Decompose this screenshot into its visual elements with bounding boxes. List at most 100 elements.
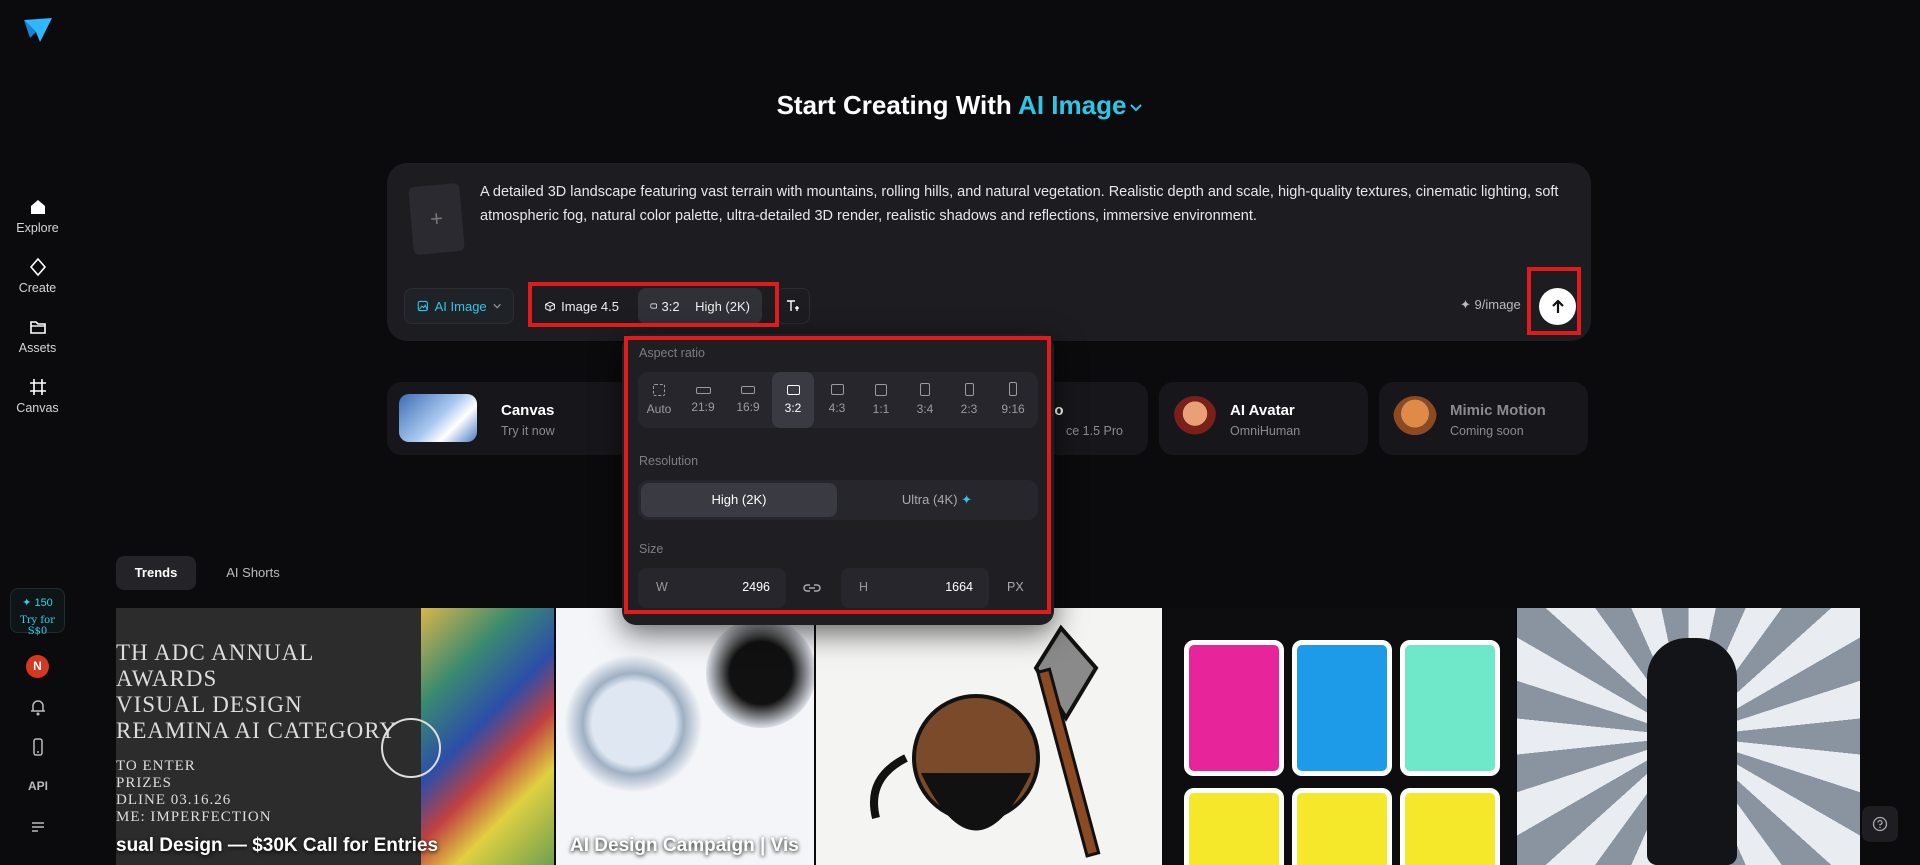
mobile-icon[interactable] — [26, 737, 50, 757]
canvas-icon — [29, 379, 46, 395]
aspect-ratio-group: Auto 21:9 16:9 3:2 4:3 1:1 3:4 2:3 9:16 — [638, 372, 1038, 428]
ratio-shape-icon — [964, 383, 974, 396]
sphere-art — [706, 618, 814, 728]
feature-subtitle: OmniHuman — [1230, 424, 1301, 438]
tab-trends[interactable]: Trends — [116, 556, 196, 590]
gallery-caption: AI Design Campaign | Vis — [570, 835, 799, 856]
height-field[interactable]: H 1664 — [841, 568, 989, 608]
height-value: 1664 — [945, 580, 973, 594]
nav-assets[interactable]: Assets — [0, 317, 75, 355]
card-art — [1400, 788, 1500, 865]
cost-label: ✦ 9/image — [1460, 297, 1521, 312]
resolution-label: Resolution — [639, 454, 699, 468]
resolution-option-2k[interactable]: High (2K) — [641, 483, 837, 517]
logo-icon[interactable] — [22, 16, 54, 44]
nav-assets-label: Assets — [18, 341, 57, 355]
menu-icon[interactable] — [26, 817, 50, 837]
mosaic-art — [421, 608, 554, 865]
model-pill-label: Image 4.5 — [561, 298, 619, 314]
ratio-option-3-4[interactable]: 3:4 — [904, 372, 946, 428]
mode-dropdown[interactable]: AI Image — [1018, 90, 1143, 120]
feature-title: Mimic Motion — [1450, 402, 1546, 419]
adc-logo — [381, 718, 441, 778]
gallery-card[interactable]: AI Design Campaign | Vis — [556, 608, 814, 865]
ratio-shape-icon — [786, 385, 800, 395]
link-icon[interactable] — [802, 580, 822, 596]
credits-badge[interactable]: ✦ 150 Try for S$0 — [10, 588, 65, 637]
figure-art — [1647, 638, 1737, 865]
ratio-option-2-3[interactable]: 2:3 — [948, 372, 990, 428]
send-button[interactable] — [1539, 288, 1576, 325]
avatar-image — [1173, 396, 1217, 440]
text-style-button[interactable] — [776, 288, 810, 324]
ratio-option-16-9[interactable]: 16:9 — [727, 372, 769, 428]
help-button[interactable] — [1862, 806, 1898, 842]
ratio-option-4-3[interactable]: 4:3 — [816, 372, 858, 428]
chevron-down-icon — [1130, 104, 1143, 112]
arrow-up-icon — [1551, 298, 1564, 313]
credits-amount: ✦ 150 — [22, 597, 53, 609]
text-icon — [787, 300, 799, 311]
card-art — [1292, 640, 1392, 776]
width-value: 2496 — [742, 580, 770, 594]
add-reference-button[interactable]: + — [408, 182, 465, 256]
card-art — [1184, 788, 1284, 865]
nav-explore[interactable]: Explore — [0, 197, 75, 235]
card-art — [1184, 640, 1284, 776]
mode-pill-label: AI Image — [434, 298, 487, 314]
image-icon — [417, 300, 428, 312]
feature-subtitle: Try it now — [501, 424, 555, 438]
avatar[interactable]: N — [26, 655, 49, 678]
card-art — [1292, 788, 1392, 865]
ratio-option-3-2[interactable]: 3:2 — [772, 372, 814, 428]
ratio-option-label: 3:2 — [784, 401, 802, 415]
width-field[interactable]: W 2496 — [638, 568, 786, 608]
ratio-option-9-16[interactable]: 9:16 — [992, 372, 1034, 428]
size-label: Size — [639, 542, 664, 556]
sparkle-icon: ✦ — [961, 492, 973, 507]
bell-icon[interactable] — [26, 697, 50, 717]
ratio-option-21-9[interactable]: 21:9 — [682, 372, 724, 428]
ratio-option-1-1[interactable]: 1:1 — [860, 372, 902, 428]
ratio-shape-icon — [741, 386, 755, 394]
nav-create[interactable]: Create — [0, 257, 75, 295]
resolution-group: High (2K) Ultra (4K) ✦ — [638, 480, 1038, 520]
feature-canvas[interactable]: Canvas Try it now — [387, 382, 632, 455]
ratio-shape-icon — [1009, 382, 1017, 396]
question-icon — [1872, 816, 1888, 832]
api-link[interactable]: API — [26, 779, 50, 799]
nav-explore-label: Explore — [16, 221, 59, 235]
resolution-option-4k[interactable]: Ultra (4K) ✦ — [839, 483, 1035, 517]
feature-ai-avatar[interactable]: AI Avatar OmniHuman — [1159, 382, 1368, 455]
quality-pill-label: High (2K) — [695, 298, 750, 314]
sidebar: Explore Create Assets Canvas ✦ 150 Try f… — [0, 0, 75, 865]
gallery-card[interactable] — [1517, 608, 1860, 865]
dwarf-illustration — [870, 624, 1101, 858]
gallery-card[interactable] — [816, 608, 1162, 865]
ratio-option-label: 16:9 — [736, 400, 760, 414]
prompt-input[interactable]: A detailed 3D landscape featuring vast t… — [480, 180, 1570, 228]
gallery-card[interactable]: TH ADC ANNUAL AWARDS VISUAL DESIGN REAMI… — [116, 608, 554, 865]
prompt-panel: + A detailed 3D landscape featuring vast… — [387, 163, 1591, 341]
ratio-shape-icon — [695, 387, 711, 394]
settings-pill[interactable]: 3:2 High (2K) — [638, 288, 762, 324]
feature-subtitle: ce 1.5 Pro — [1066, 424, 1123, 438]
tab-ai-shorts[interactable]: AI Shorts — [210, 556, 296, 590]
nav-canvas[interactable]: Canvas — [0, 377, 75, 415]
aspect-ratio-label: Aspect ratio — [639, 346, 706, 360]
gallery-card[interactable] — [1164, 608, 1515, 865]
folder-icon — [29, 321, 46, 334]
model-pill[interactable]: Image 4.5 — [533, 288, 631, 324]
ratio-shape-icon — [830, 384, 844, 395]
mode-pill[interactable]: AI Image — [404, 288, 514, 324]
settings-popover: Aspect ratio Auto 21:9 16:9 3:2 4:3 1:1 … — [622, 334, 1054, 625]
mode-label: AI Image — [1018, 90, 1127, 120]
ratio-icon — [650, 303, 658, 309]
ratio-option-auto[interactable]: Auto — [638, 372, 680, 428]
chevron-down-icon — [493, 303, 501, 309]
credits-cta: Try for S$0 — [20, 615, 55, 637]
page-title: Start Creating With AI Image — [0, 90, 1920, 121]
ratio-option-label: 9:16 — [1001, 402, 1025, 416]
feature-mimic-motion[interactable]: Mimic Motion Coming soon — [1379, 382, 1588, 455]
resolution-option-label: Ultra (4K) — [901, 492, 958, 507]
